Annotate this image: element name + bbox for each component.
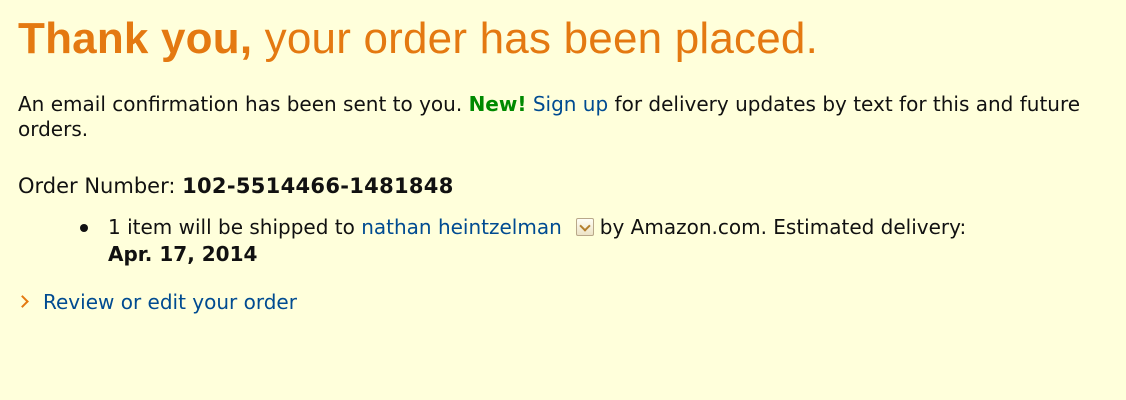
page-title: Thank you, your order has been placed.: [18, 14, 818, 64]
order-number-label: Order Number:: [18, 174, 183, 198]
chevron-right-icon: [16, 295, 29, 308]
headline-rest: your order has been placed.: [252, 14, 818, 63]
confirmation-message: An email confirmation has been sent to y…: [18, 92, 1098, 142]
shipment-item: 1 item will be shipped to nathan heintze…: [78, 214, 1088, 268]
chevron-down-icon[interactable]: [575, 218, 594, 236]
bullet-icon: [80, 224, 88, 232]
order-number-value: 102-5514466-1481848: [182, 174, 454, 198]
order-confirmation-page: Thank you, your order has been placed. A…: [0, 0, 1126, 400]
shipment-text-tail: by Amazon.com. Estimated delivery:: [599, 215, 967, 239]
shipment-text: 1 item will be shipped to: [108, 215, 362, 239]
order-number: Order Number: 102-5514466-1481848: [18, 174, 454, 198]
shipment-list: 1 item will be shipped to nathan heintze…: [78, 214, 1088, 268]
review-order: Review or edit your order: [16, 290, 297, 314]
review-edit-order-link[interactable]: Review or edit your order: [43, 290, 297, 314]
sign-up-link[interactable]: Sign up: [533, 92, 608, 116]
headline-strong: Thank you,: [18, 14, 253, 63]
recipient-link[interactable]: nathan heintzelman: [361, 215, 562, 239]
new-badge: New!: [468, 92, 527, 116]
estimated-delivery-date: Apr. 17, 2014: [108, 242, 258, 266]
confirmation-text: An email confirmation has been sent to y…: [18, 92, 469, 116]
